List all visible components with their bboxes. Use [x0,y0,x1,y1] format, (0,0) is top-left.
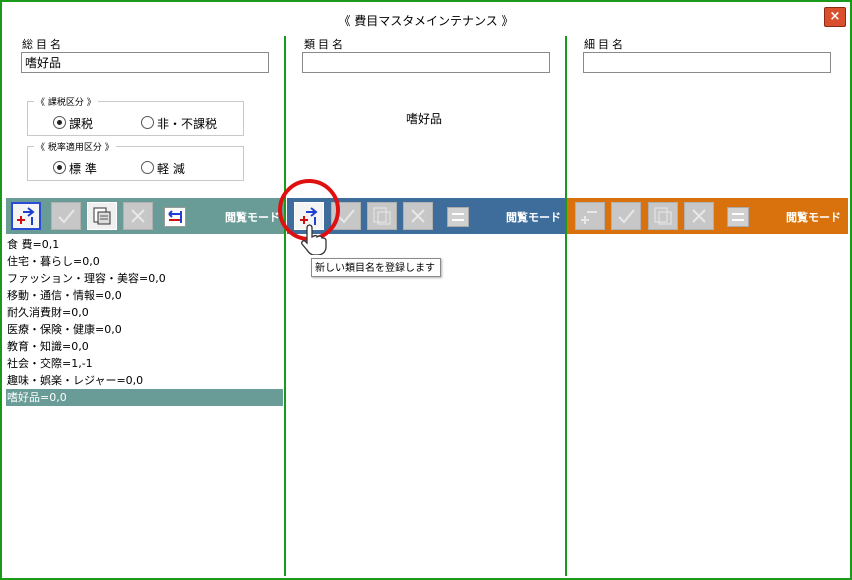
switch-mode-button[interactable] [727,207,749,227]
list-item[interactable]: ファッション・理容・美容=0,0 [6,270,283,287]
copy-document-icon [373,207,391,225]
class-name-field[interactable] [302,52,550,73]
radio-label: 非・不課税 [157,117,218,131]
delete-x-icon [411,209,425,223]
panel1-toolbar: 閲覧モード [6,198,284,234]
confirm-button[interactable] [51,202,81,230]
radio-label: 軽 減 [157,162,185,176]
list-item[interactable]: 社会・交際=1,-1 [6,355,283,372]
category-list[interactable]: 食 費=0,1 住宅・暮らし=0,0 ファッション・理容・美容=0,0 移動・通… [6,236,283,406]
list-item[interactable]: 医療・保険・健康=0,0 [6,321,283,338]
subcategory-name-label: 細目名 [584,38,626,51]
switch-mode-button[interactable] [164,207,186,227]
delete-button[interactable] [403,202,433,230]
radio-empty-icon [141,161,154,174]
list-item[interactable]: 食 費=0,1 [6,236,283,253]
panel3-toolbar: 閲覧モード [567,198,848,234]
tax-category-legend: 《 課税区分 》 [34,95,98,108]
panel-divider [565,36,567,576]
parent-category-name: 嗜好品 [406,112,443,126]
category-name-label: 総目名 [22,38,64,51]
tax-category-group: 《 課税区分 》 課税 非・不課税 [27,95,244,136]
radio-taxable[interactable]: 課税 [53,115,93,132]
list-item[interactable]: 耐久消費財=0,0 [6,304,283,321]
list-item-selected[interactable]: 嗜好品=0,0 [6,389,283,406]
close-button[interactable]: × [824,7,846,27]
list-item[interactable]: 趣味・娯楽・レジャー=0,0 [6,372,283,389]
mode-label: 閲覧モード [786,211,841,224]
radio-label: 課税 [69,117,94,131]
panel-divider [284,36,286,576]
delete-button[interactable] [684,202,714,230]
add-record-icon [581,211,597,224]
category-name-field[interactable]: 嗜好品 [21,52,269,73]
tooltip: 新しい類目名を登録します [311,258,441,277]
radio-non-taxable[interactable]: 非・不課税 [141,115,217,132]
subcategory-name-field[interactable] [583,52,831,73]
copy-button[interactable] [87,202,117,230]
switch-mode-icon [452,213,464,221]
add-button[interactable] [575,202,605,230]
confirm-check-icon [58,209,75,224]
delete-button[interactable] [123,202,153,230]
copy-document-icon [654,207,672,225]
list-item[interactable]: 移動・通信・情報=0,0 [6,287,283,304]
copy-button[interactable] [648,202,678,230]
radio-reduced-rate[interactable]: 軽 減 [141,160,185,177]
confirm-button[interactable] [611,202,641,230]
switch-mode-icon [732,213,744,221]
radio-label: 標 準 [69,162,97,176]
add-record-icon [17,207,35,225]
mode-label: 閲覧モード [506,211,561,224]
switch-mode-button[interactable] [447,207,469,227]
delete-x-icon [692,209,706,223]
radio-standard-rate[interactable]: 標 準 [53,160,97,177]
tax-rate-group: 《 税率適用区分 》 標 準 軽 減 [27,140,244,181]
list-item[interactable]: 教育・知識=0,0 [6,338,283,355]
delete-x-icon [131,209,145,223]
radio-selected-icon [53,116,66,129]
add-button[interactable] [11,202,41,230]
radio-empty-icon [141,116,154,129]
confirm-check-icon [618,209,635,224]
copy-button[interactable] [367,202,397,230]
list-item[interactable]: 住宅・暮らし=0,0 [6,253,283,270]
window-title: 《 費目マスタメインテナンス 》 [338,14,514,28]
tax-rate-legend: 《 税率適用区分 》 [34,140,116,153]
class-name-label: 類目名 [304,38,346,51]
mode-label: 閲覧モード [225,211,280,224]
hand-cursor-icon [301,224,327,255]
copy-document-icon [93,207,111,225]
radio-selected-icon [53,161,66,174]
switch-mode-icon [168,210,182,223]
